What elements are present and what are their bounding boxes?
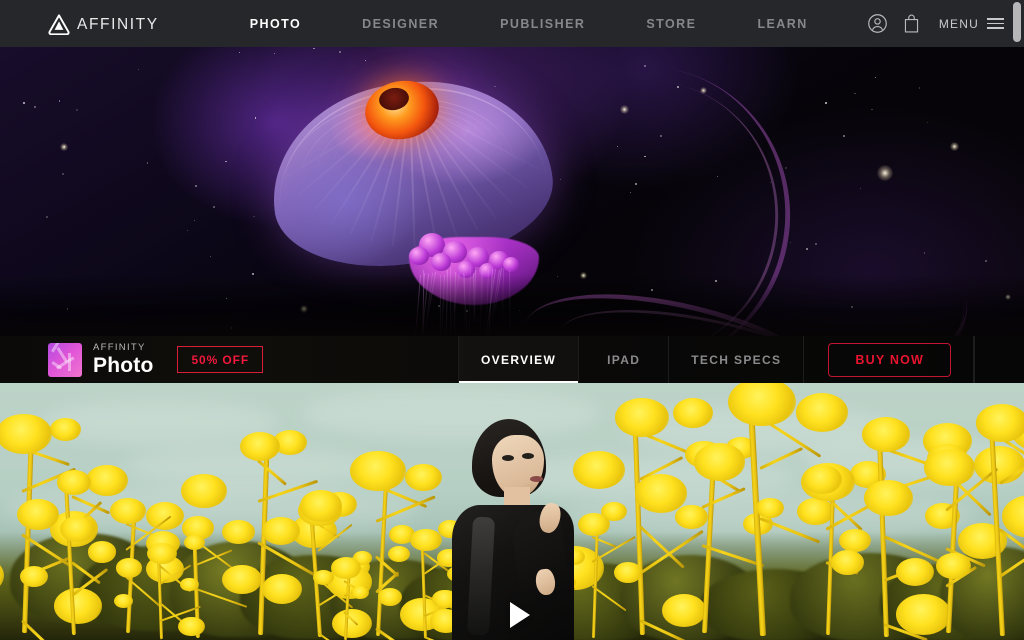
top-navigation-bar: AFFINITY PHOTO DESIGNER PUBLISHER STORE … <box>0 0 1024 47</box>
shopping-bag-icon[interactable] <box>895 7 929 41</box>
affinity-logo[interactable]: AFFINITY <box>48 13 159 35</box>
nav-link-photo[interactable]: PHOTO <box>250 17 301 31</box>
nav-link-store[interactable]: STORE <box>646 17 696 31</box>
product-sub-navigation-bar: AFFINITY Photo 50% OFF OVERVIEW IPAD TEC… <box>0 336 1024 383</box>
hero-bottom-fade <box>0 274 1024 336</box>
product-tabs-group: OVERVIEW IPAD TECH SPECS BUY NOW <box>457 336 1024 383</box>
user-account-icon[interactable] <box>861 7 895 41</box>
model-eye-right <box>522 453 534 459</box>
product-brand-label: AFFINITY <box>93 342 146 354</box>
tab-ipad[interactable]: IPAD <box>578 336 668 383</box>
hero-banner-jellyfish[interactable] <box>0 47 1024 336</box>
page-scrollbar-track[interactable] <box>1009 0 1024 640</box>
page-scrollbar-thumb[interactable] <box>1013 2 1021 42</box>
product-name-block: AFFINITY Photo <box>93 343 153 376</box>
product-title: Photo <box>93 353 154 377</box>
nav-utility-icons: MENU <box>861 0 1004 47</box>
hamburger-menu-icon <box>987 17 1004 30</box>
tab-overview[interactable]: OVERVIEW <box>457 336 579 383</box>
discount-badge[interactable]: 50% OFF <box>177 346 264 373</box>
nav-link-learn[interactable]: LEARN <box>757 17 807 31</box>
menu-button-label: MENU <box>938 16 979 31</box>
menu-button[interactable]: MENU <box>939 17 1004 31</box>
tab-tech-specs[interactable]: TECH SPECS <box>668 336 803 383</box>
affinity-photo-product-page: AFFINITY PHOTO DESIGNER PUBLISHER STORE … <box>0 0 1024 640</box>
product-identity: AFFINITY Photo 50% OFF <box>48 342 264 377</box>
model-lips <box>530 476 543 482</box>
affinity-logo-text: AFFINITY <box>77 15 159 33</box>
affinity-triangle-logo-icon <box>48 13 70 35</box>
nav-link-designer[interactable]: DESIGNER <box>362 17 439 31</box>
primary-nav-links: PHOTO DESIGNER PUBLISHER STORE LEARN <box>250 17 808 31</box>
buy-now-cell: BUY NOW <box>803 336 974 383</box>
buy-now-button[interactable]: BUY NOW <box>828 342 951 377</box>
play-triangle-icon <box>502 598 536 632</box>
play-video-button[interactable] <box>501 597 537 633</box>
model-eye-left <box>502 455 514 461</box>
affinity-photo-app-icon <box>48 342 82 377</box>
nav-link-publisher[interactable]: PUBLISHER <box>500 17 585 31</box>
